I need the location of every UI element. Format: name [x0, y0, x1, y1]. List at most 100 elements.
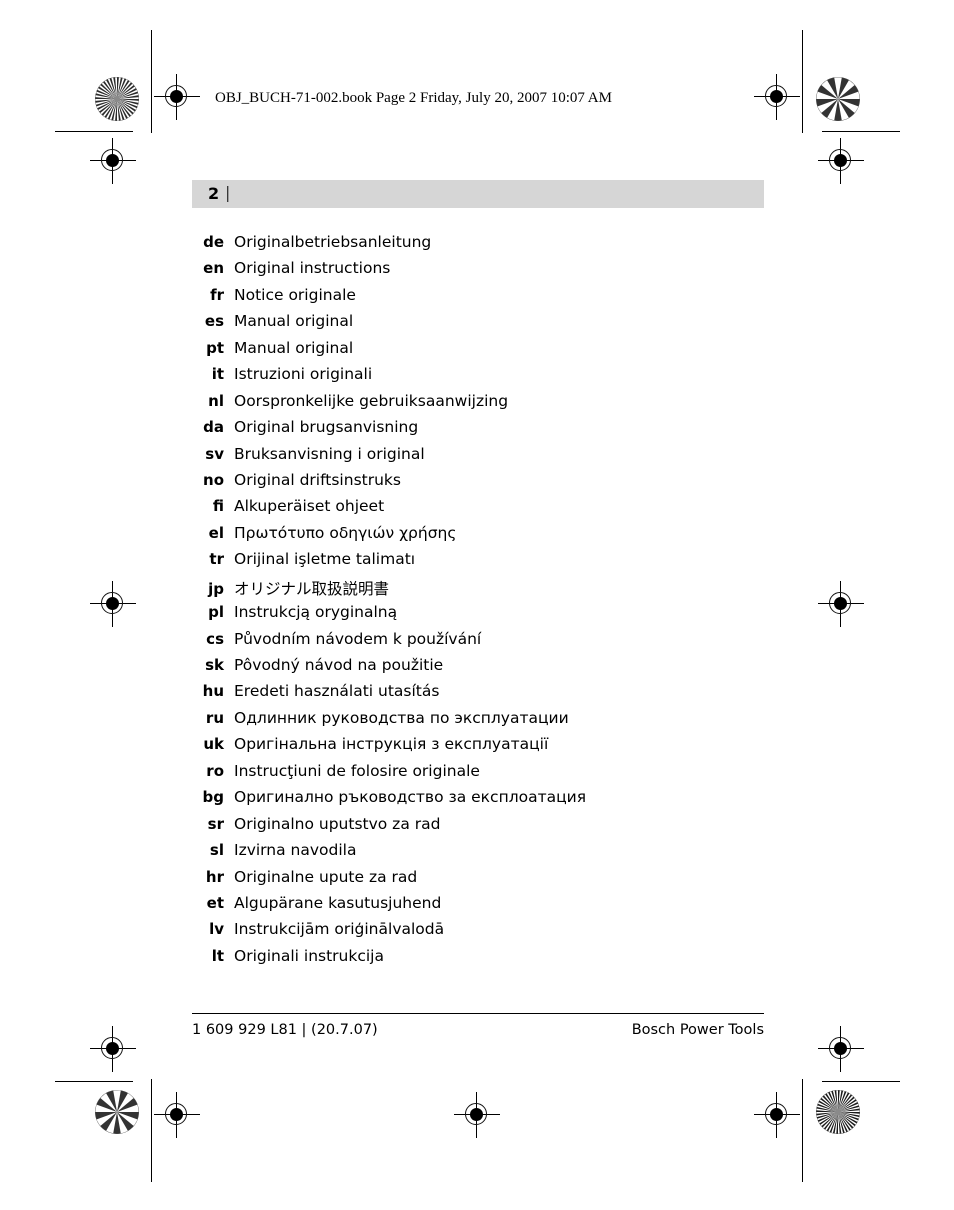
language-title: Eredeti használati utasítás	[234, 682, 440, 701]
footer-document-number: 1 609 929 L81 | (20.7.07)	[192, 1022, 378, 1038]
registration-crosshair-lower-right	[818, 1026, 864, 1072]
language-row: no Original driftsinstruks	[192, 471, 792, 497]
language-title: Alkuperäiset ohjeet	[234, 497, 385, 516]
language-code: hu	[202, 682, 224, 701]
registration-crosshair-middle-left	[90, 581, 136, 627]
language-code: el	[208, 523, 224, 542]
language-row: sl Izvirna navodila	[192, 841, 792, 867]
language-title: Оригинално ръководство за експлоатация	[234, 788, 587, 807]
language-row: ro Instrucţiuni de folosire originale	[192, 762, 792, 788]
siemens-star-target-bottom-right	[816, 1090, 860, 1134]
language-row: cs Původním návodem k používání	[192, 630, 792, 656]
registration-crosshair-bottom-center	[454, 1092, 500, 1138]
language-code: nl	[208, 391, 224, 410]
language-row: en Original instructions	[192, 259, 792, 285]
language-code: pl	[208, 603, 224, 622]
language-code: fr	[210, 285, 224, 304]
language-row: bg Оригинално ръководство за експлоатация	[192, 788, 792, 814]
language-code: uk	[203, 735, 224, 754]
language-code: de	[203, 233, 224, 251]
footer: 1 609 929 L81 | (20.7.07) Bosch Power To…	[192, 1022, 764, 1038]
registration-crosshair-top-left	[154, 74, 200, 120]
trim-line-top-left-horizontal	[55, 131, 133, 132]
language-row: fr Notice originale	[192, 286, 792, 312]
page-number: 2	[208, 184, 220, 203]
language-code: pt	[206, 338, 224, 357]
siemens-star-target-top-left	[95, 77, 139, 121]
language-title: Notice originale	[234, 285, 356, 304]
language-code: sk	[205, 656, 224, 674]
language-title: Одлинник руководства по эксплуатации	[234, 708, 569, 727]
registration-crosshair-bottom-left	[154, 1092, 200, 1138]
language-row: da Original brugsanvisning	[192, 418, 792, 444]
language-title: Instrucţiuni de folosire originale	[234, 761, 480, 780]
language-code: it	[211, 365, 224, 384]
language-title: Originalno uputstvo za rad	[234, 814, 441, 833]
language-code: sv	[205, 444, 224, 463]
language-title: Istruzioni originali	[234, 365, 373, 384]
language-row: fi Alkuperäiset ohjeet	[192, 497, 792, 523]
language-code: en	[203, 259, 224, 278]
language-title: Originalbetriebsanleitung	[234, 233, 432, 251]
language-title: Algupärane kasutusjuhend	[234, 893, 442, 912]
language-title: Původním návodem k používání	[234, 629, 482, 648]
language-title: Orijinal işletme talimatı	[234, 550, 416, 569]
language-title: Instrukcijām oriģinālvalodā	[234, 920, 445, 939]
language-code: ro	[206, 761, 224, 780]
language-row: pl Instrukcją oryginalną	[192, 603, 792, 629]
language-code: bg	[202, 788, 224, 807]
page-header-separator: |	[225, 183, 231, 202]
language-code: sl	[209, 841, 224, 860]
language-row: nl Oorspronkelijke gebruiksaanwijzing	[192, 392, 792, 418]
registration-crosshair-middle-right	[818, 581, 864, 627]
language-list: de Originalbetriebsanleitung en Original in…	[192, 233, 792, 973]
language-row: hr Originalne upute za rad	[192, 868, 792, 894]
registration-crosshair-top-right	[754, 74, 800, 120]
language-title: Оригінальна інструкція з експлуатації	[234, 735, 549, 754]
footer-rule	[192, 1013, 764, 1014]
language-title: Original instructions	[234, 259, 391, 278]
trim-line-bottom-left-horizontal	[55, 1081, 133, 1082]
trim-line-top-right-vertical	[802, 30, 803, 133]
language-row: hu Eredeti használati utasítás	[192, 682, 792, 708]
footer-brand: Bosch Power Tools	[631, 1022, 764, 1038]
siemens-star-target-bottom-left	[95, 1090, 139, 1134]
language-title: Manual original	[234, 338, 354, 357]
trim-line-bottom-left-vertical	[151, 1079, 152, 1182]
page-header-band: 2 |	[192, 180, 764, 208]
siemens-star-target-top-right	[816, 77, 860, 121]
trim-line-bottom-right-horizontal	[822, 1081, 900, 1082]
language-title: Instrukcją oryginalną	[234, 603, 398, 622]
trim-line-top-left-vertical	[151, 30, 152, 133]
language-row: jp オリジナル取扱説明書	[192, 577, 792, 603]
language-row: pt Manual original	[192, 339, 792, 365]
language-code: da	[203, 418, 224, 437]
language-code: sr	[207, 814, 224, 833]
language-title: Bruksanvisning i original	[234, 444, 425, 463]
registration-crosshair-bottom-right	[754, 1092, 800, 1138]
language-row: sk Pôvodný návod na použitie	[192, 656, 792, 682]
language-title: Originalne upute za rad	[234, 867, 418, 886]
print-header-text: OBJ_BUCH-71-002.book Page 2 Friday, July…	[215, 90, 612, 106]
language-code: lv	[209, 920, 224, 939]
language-code: es	[204, 312, 224, 331]
language-title: Izvirna navodila	[234, 841, 357, 860]
language-row: sr Originalno uputstvo za rad	[192, 815, 792, 841]
language-title: オリジナル取扱説明書	[234, 579, 390, 598]
registration-crosshair-upper-left	[90, 138, 136, 184]
trim-line-bottom-right-vertical	[802, 1079, 803, 1182]
language-title: Original driftsinstruks	[234, 470, 401, 489]
language-code: ru	[205, 708, 224, 727]
language-row: es Manual original	[192, 312, 792, 338]
registration-crosshair-lower-left	[90, 1026, 136, 1072]
language-row: it Istruzioni originali	[192, 365, 792, 391]
language-row: ru Одлинник руководства по эксплуатации	[192, 709, 792, 735]
language-row: sv Bruksanvisning i original	[192, 445, 792, 471]
language-code: tr	[209, 550, 224, 569]
trim-line-top-right-horizontal	[822, 131, 900, 132]
language-title: Originali instrukcija	[234, 946, 384, 965]
language-code: fi	[212, 497, 224, 516]
language-row: et Algupärane kasutusjuhend	[192, 894, 792, 920]
language-code: hr	[205, 867, 224, 886]
language-row: tr Orijinal işletme talimatı	[192, 550, 792, 576]
